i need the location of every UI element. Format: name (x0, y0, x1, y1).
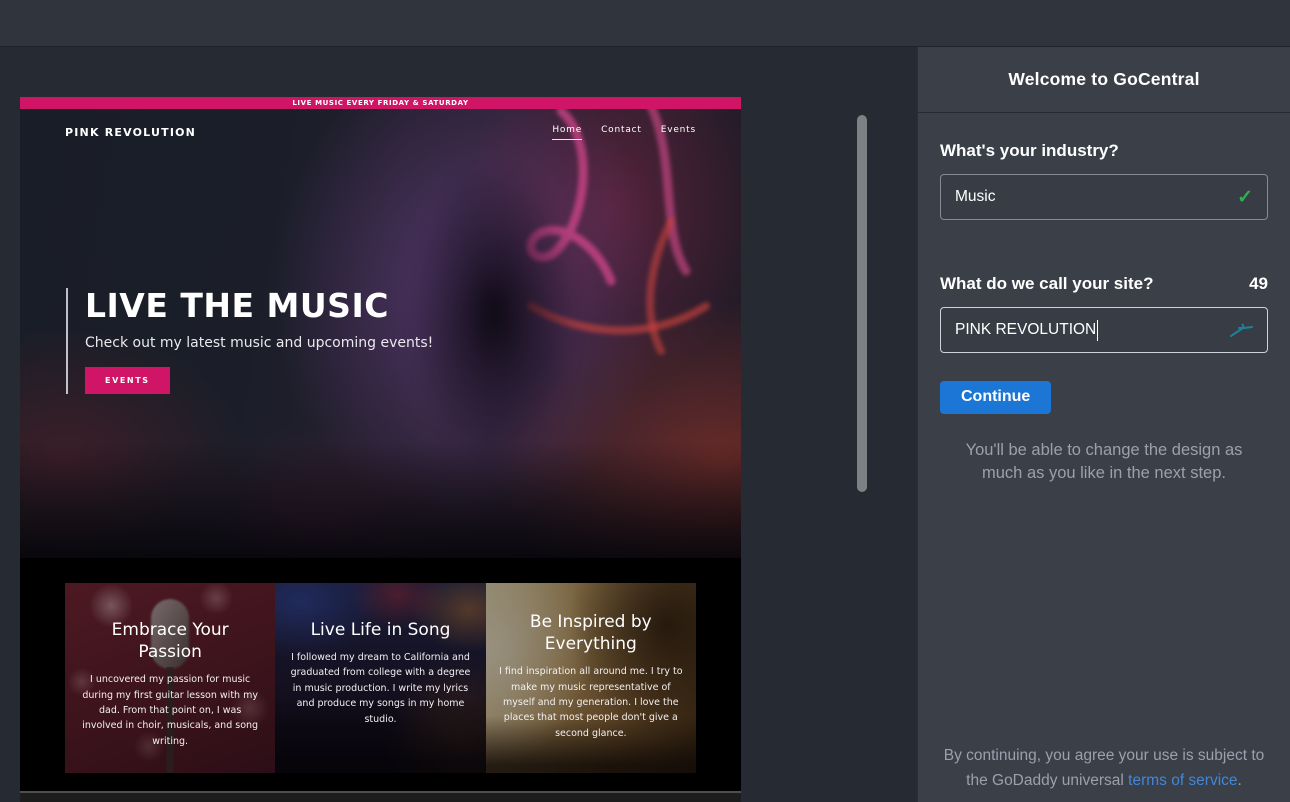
feature-column-song: Live Life in Song I followed my dream to… (275, 583, 485, 773)
valid-check-icon: ✓ (1237, 186, 1253, 209)
design-note: You'll be able to change the design as m… (940, 439, 1268, 486)
panel-header: Welcome to GoCentral (918, 47, 1290, 113)
panel-body: What's your industry? ✓ What do we call … (918, 113, 1290, 486)
section-spacer (20, 773, 741, 791)
terms-footer: By continuing, you agree your use is sub… (932, 744, 1276, 794)
terms-of-service-link[interactable]: terms of service (1128, 772, 1237, 789)
next-section-top (20, 793, 741, 802)
quill-icon (1229, 323, 1253, 338)
column-body: I followed my dream to California and gr… (288, 650, 472, 727)
singer-silhouette (409, 163, 579, 463)
preview-scrollbar-thumb[interactable] (857, 115, 867, 492)
site-name-value[interactable]: PINK REVOLUTION (955, 321, 1096, 339)
panel-title: Welcome to GoCentral (1008, 69, 1199, 90)
terms-text-post: . (1238, 772, 1242, 789)
preview-nav: Home Contact Events (552, 125, 696, 140)
column-body: I find inspiration all around me. I try … (499, 664, 683, 741)
feature-columns: Embrace Your Passion I uncovered my pass… (65, 583, 696, 773)
hero-title: LIVE THE MUSIC (85, 288, 433, 324)
hero-events-button[interactable]: EVENTS (85, 367, 170, 394)
column-body: I uncovered my passion for music during … (78, 672, 262, 749)
industry-input[interactable] (955, 188, 1229, 206)
char-counter: 49 (1249, 274, 1268, 294)
column-title: Embrace Your Passion (78, 619, 262, 663)
promo-banner: LIVE MUSIC EVERY FRIDAY & SATURDAY (20, 97, 741, 109)
preview-site-header: PINK REVOLUTION Home Contact Events (20, 109, 741, 155)
preview-site-name: PINK REVOLUTION (65, 126, 196, 139)
feature-column-passion: Embrace Your Passion I uncovered my pass… (65, 583, 275, 773)
feature-column-inspired: Be Inspired by Everything I find inspira… (486, 583, 696, 773)
text-caret (1097, 320, 1098, 341)
continue-button[interactable]: Continue (940, 381, 1051, 414)
hero-copy: LIVE THE MUSIC Check out my latest music… (66, 288, 433, 394)
hero-subtitle: Check out my latest music and upcoming e… (85, 335, 433, 351)
site-preview: LIVE MUSIC EVERY FRIDAY & SATURDAY PINK … (20, 97, 741, 802)
industry-field[interactable]: ✓ (940, 174, 1268, 220)
site-name-label: What do we call your site? (940, 274, 1153, 294)
hero-section: PINK REVOLUTION Home Contact Events LIVE… (20, 109, 741, 558)
section-spacer (20, 558, 741, 583)
column-title: Live Life in Song (288, 619, 472, 641)
site-name-field[interactable]: PINK REVOLUTION (940, 307, 1268, 353)
preview-nav-home[interactable]: Home (552, 125, 582, 140)
preview-nav-events[interactable]: Events (661, 125, 696, 140)
industry-label: What's your industry? (940, 141, 1119, 161)
gocentral-onboarding: LIVE MUSIC EVERY FRIDAY & SATURDAY PINK … (0, 0, 1290, 802)
preview-nav-contact[interactable]: Contact (601, 125, 642, 140)
column-title: Be Inspired by Everything (499, 611, 683, 655)
top-chrome-bar (0, 0, 1290, 47)
onboarding-panel: Welcome to GoCentral What's your industr… (917, 47, 1290, 802)
